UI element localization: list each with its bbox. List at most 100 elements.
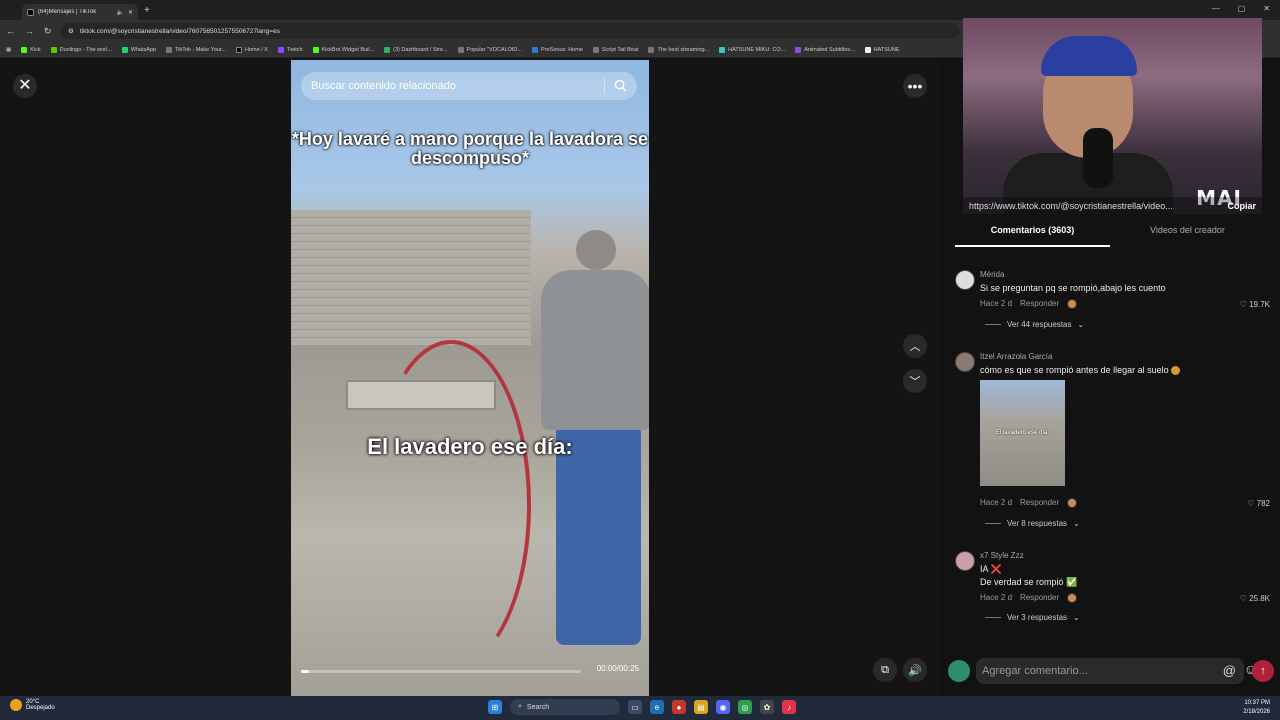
heart-icon: ♡: [1239, 594, 1247, 603]
comment-image[interactable]: El lavadero ese día:: [980, 380, 1065, 486]
minimize-icon[interactable]: —: [1212, 4, 1220, 13]
apps-icon[interactable]: ▦: [6, 47, 11, 53]
site-info-icon[interactable]: ⚙: [68, 27, 74, 35]
close-tab-icon[interactable]: ✕: [128, 9, 133, 16]
bookmark-item[interactable]: Home / X: [236, 46, 268, 53]
bookmark-icon: [277, 46, 284, 53]
address-bar[interactable]: ⚙ tiktok.com/@soycristianestrella/video/…: [60, 23, 960, 39]
reply-button[interactable]: Responder: [1020, 593, 1059, 603]
music-icon[interactable]: ♪: [782, 700, 796, 714]
bookmark-item[interactable]: TikTok - Make Your...: [166, 46, 226, 53]
tiktok-icon: [27, 8, 34, 16]
bookmark-icon: [795, 46, 802, 53]
search-icon[interactable]: [614, 79, 627, 92]
more-options-button[interactable]: •••: [903, 74, 927, 98]
view-replies-button[interactable]: Ver 8 respuestas ⌄: [985, 519, 1080, 528]
view-replies-button[interactable]: Ver 3 respuestas ⌄: [985, 613, 1080, 622]
volume-button[interactable]: 🔊: [903, 658, 927, 682]
copy-link-button[interactable]: Copiar: [1227, 201, 1256, 211]
task-view-icon[interactable]: ▭: [628, 700, 642, 714]
openai-icon[interactable]: ✿: [760, 700, 774, 714]
search-icon: ⌕: [518, 703, 522, 710]
comment-username[interactable]: Mérida: [980, 270, 1004, 279]
bookmark-item[interactable]: PreSonus: Home: [532, 46, 583, 53]
bookmark-item[interactable]: Script Tail Beat: [592, 46, 638, 53]
discord-icon[interactable]: ◉: [716, 700, 730, 714]
avatar[interactable]: [955, 551, 975, 571]
like-count[interactable]: ♡ 782: [1247, 499, 1270, 508]
video-player[interactable]: Buscar contenido relacionado *Hoy lavaré…: [291, 60, 649, 696]
comment-text: IA ❌: [980, 564, 1002, 574]
avatar[interactable]: [955, 352, 975, 372]
reply-button[interactable]: Responder: [1020, 498, 1059, 508]
tab-creator-videos[interactable]: Videos del creador: [1110, 225, 1265, 247]
bookmark-item[interactable]: Popular "VOCALOID...: [457, 46, 522, 53]
new-tab-button[interactable]: +: [144, 5, 150, 16]
send-comment-button[interactable]: ↑: [1252, 660, 1274, 682]
comment-input[interactable]: Agregar comentario...: [976, 658, 1244, 684]
bookmark-item[interactable]: HATSUNE: [864, 46, 900, 53]
back-icon[interactable]: ←: [6, 26, 15, 36]
comment-meta: Hace 2 d Responder: [980, 299, 1078, 309]
file-explorer-icon[interactable]: ▤: [694, 700, 708, 714]
previous-video-button[interactable]: ︿: [903, 334, 927, 358]
comment-meta: Hace 2 d Responder: [980, 498, 1078, 508]
start-icon[interactable]: ⊞: [488, 700, 502, 714]
taskbar-search[interactable]: ⌕ Search: [510, 699, 620, 715]
audio-icon: 🔈: [116, 9, 124, 16]
panel-tabs: Comentarios (3603) Videos del creador: [955, 225, 1265, 247]
sun-icon: [10, 699, 22, 711]
app-icon[interactable]: ●: [672, 700, 686, 714]
view-replies-button[interactable]: Ver 44 respuestas ⌄: [985, 320, 1084, 329]
comment-username[interactable]: Itzel Arrazola García: [980, 352, 1052, 361]
avatar[interactable]: [955, 270, 975, 290]
search-placeholder: Buscar contenido relacionado: [311, 80, 456, 92]
next-video-button[interactable]: ﹀: [903, 369, 927, 393]
video-frame-wall: [291, 210, 531, 345]
related-search-input[interactable]: Buscar contenido relacionado: [301, 72, 637, 100]
chevron-down-icon: ⌄: [1073, 613, 1080, 622]
progress-bar[interactable]: [301, 670, 581, 673]
bookmark-item[interactable]: HATSUNE MIKU: CO...: [719, 46, 785, 53]
bookmark-item[interactable]: (3) Dashboard / Stre...: [384, 46, 448, 53]
reply-button[interactable]: Responder: [1020, 299, 1059, 309]
tab-comments[interactable]: Comentarios (3603): [955, 225, 1110, 247]
reload-icon[interactable]: ↻: [44, 26, 52, 37]
close-window-icon[interactable]: ✕: [1263, 4, 1270, 13]
timecode: 00:00/00:25: [596, 664, 639, 673]
comment-username[interactable]: x7 Style Zzz: [980, 551, 1024, 560]
weather-widget[interactable]: 20°C Despejado: [10, 699, 55, 711]
forward-icon[interactable]: →: [25, 26, 34, 36]
bookmark-icon: [50, 46, 57, 53]
share-url: https://www.tiktok.com/@soycristianestre…: [969, 200, 1173, 211]
comment-item: Itzel Arrazola García cómo es que se rom…: [955, 352, 1275, 532]
heart-icon: ♡: [1247, 499, 1255, 508]
mention-icon[interactable]: @: [1223, 663, 1236, 678]
edge-icon[interactable]: e: [650, 700, 664, 714]
maximize-icon[interactable]: ▢: [1238, 4, 1246, 13]
comment-item: Mérida Si se preguntan pq se rompió,abaj…: [955, 270, 1275, 340]
bookmark-item[interactable]: Animated Subtitles...: [795, 46, 855, 53]
bookmark-item[interactable]: Kick: [21, 46, 41, 53]
like-count[interactable]: ♡ 25.8K: [1240, 594, 1270, 603]
comment-item: x7 Style Zzz IA ❌ De verdad se rompió ✅ …: [955, 551, 1275, 631]
video-caption-middle: El lavadero ese día:: [367, 434, 573, 459]
creator-reaction-icon: [1067, 498, 1078, 508]
close-video-button[interactable]: ✕: [13, 74, 37, 98]
comment-text: cómo es que se rompió antes de llegar al…: [980, 365, 1181, 376]
bookmark-item[interactable]: Duolingo - The worl...: [50, 46, 112, 53]
bookmark-item[interactable]: The best streaming...: [648, 46, 709, 53]
bookmark-icon: [21, 46, 28, 53]
share-url-strip: https://www.tiktok.com/@soycristianestre…: [963, 197, 1262, 214]
browser-tab[interactable]: (64)Mensajes | TikTok 🔈 ✕: [22, 4, 138, 20]
miniplayer-button[interactable]: ⧉: [873, 658, 897, 682]
chrome-icon[interactable]: ◎: [738, 700, 752, 714]
clock[interactable]: 10:37 PM 2/18/2026: [1243, 699, 1270, 717]
bookmark-item[interactable]: KickBot Widget Buil...: [312, 46, 374, 53]
my-avatar: [948, 660, 970, 682]
bookmark-item[interactable]: Twitch: [277, 46, 303, 53]
like-count[interactable]: ♡ 19.7K: [1240, 300, 1270, 309]
bookmark-icon: [648, 46, 655, 53]
browser-tab-strip: (64)Mensajes | TikTok 🔈 ✕ + — ▢ ✕: [0, 0, 1280, 20]
bookmark-item[interactable]: WhatsApp: [121, 46, 156, 53]
